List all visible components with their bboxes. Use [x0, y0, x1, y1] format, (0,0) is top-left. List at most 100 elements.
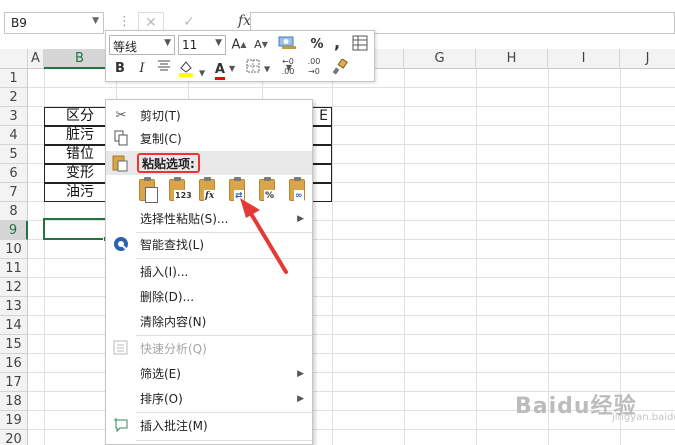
menu-item-label: 快速分析(Q) — [140, 342, 207, 356]
menu-item-insert[interactable]: 插入(I)... — [106, 260, 312, 284]
row-header[interactable]: 1 — [0, 69, 28, 88]
grid-line — [28, 87, 675, 88]
menu-item-label: 剪切(T) — [140, 109, 181, 123]
row-header[interactable]: 17 — [0, 373, 28, 392]
font-name-select[interactable]: 等线 ▼ — [109, 35, 175, 55]
paste-link-icon[interactable]: ∞ — [286, 177, 312, 206]
smart-lookup-icon — [112, 236, 130, 254]
row-header[interactable]: 12 — [0, 278, 28, 297]
menu-item-copy[interactable]: 复制(C) — [106, 127, 312, 151]
clipboard-icon — [112, 154, 128, 175]
menu-item-label: 删除(D)... — [140, 290, 195, 304]
column-header[interactable]: A — [28, 49, 44, 69]
currency-icon — [278, 36, 296, 49]
row-header[interactable]: 10 — [0, 240, 28, 259]
chevron-down-icon[interactable]: ▼ — [92, 16, 99, 26]
row-header[interactable]: 6 — [0, 164, 28, 183]
accounting-format-button[interactable]: ▼ — [274, 35, 304, 72]
menu-item-label: 选择性粘贴(S)... — [140, 212, 229, 226]
copy-icon-svg — [114, 130, 128, 146]
increase-decimal-button[interactable]: ←0 .00 — [276, 57, 300, 77]
column-header[interactable]: J — [620, 49, 675, 69]
row-header[interactable]: 19 — [0, 411, 28, 430]
paintbrush-icon — [332, 58, 348, 75]
paste-options-label: 粘贴选项: — [137, 153, 200, 173]
column-header[interactable]: G — [404, 49, 476, 69]
paste-formatting-glyph: % — [264, 190, 276, 202]
font-color-button[interactable]: A ▼ — [210, 59, 240, 80]
chevron-right-icon: ▶ — [297, 369, 304, 379]
chevron-right-icon: ▶ — [297, 214, 304, 224]
mini-toolbar: 等线 ▼ 11 ▼ A▲ A▼ ▼ % , B I ▼ A ▼ ▼ ←0 .00… — [105, 30, 375, 82]
row-header[interactable]: 15 — [0, 335, 28, 354]
fill-color-button[interactable]: ▼ — [176, 59, 206, 79]
format-painter-button[interactable] — [330, 58, 350, 79]
menu-item-quick-analysis[interactable]: 快速分析(Q) — [106, 337, 312, 361]
font-color-label: A — [214, 62, 225, 80]
grow-font-button[interactable]: A▲ — [230, 35, 248, 55]
column-header[interactable]: I — [548, 49, 620, 69]
excel-window: B9 ▼ ⋮ ✕ ✓ fx A B C D E F G H I J 1 2 3 … — [0, 0, 675, 445]
watermark-url: jingyan.baidu.com — [612, 412, 675, 423]
shrink-font-label: A — [254, 38, 262, 51]
paste-formatting-icon[interactable]: % — [256, 177, 282, 206]
paste-transpose-icon[interactable]: ⇄ — [226, 177, 252, 206]
paste-icon[interactable] — [136, 177, 162, 206]
chevron-down-icon: ▼ — [164, 38, 171, 48]
active-cell-b9[interactable] — [43, 218, 109, 242]
row-header[interactable]: 16 — [0, 354, 28, 373]
row-header-selected[interactable]: 9 — [0, 221, 28, 240]
italic-button[interactable]: I — [134, 59, 150, 79]
row-header[interactable]: 4 — [0, 126, 28, 145]
borders-button[interactable]: ▼ — [244, 59, 272, 79]
menu-item-label: 清除内容(N) — [140, 315, 207, 329]
row-header[interactable]: 7 — [0, 183, 28, 202]
table-icon — [352, 35, 368, 51]
row-header[interactable]: 20 — [0, 430, 28, 445]
font-size-select[interactable]: 11 ▼ — [178, 35, 226, 55]
percent-style-button[interactable]: % — [308, 35, 326, 55]
menu-item-label: 插入(I)... — [140, 265, 189, 279]
row-header[interactable]: 18 — [0, 392, 28, 411]
row-header[interactable]: 2 — [0, 88, 28, 107]
select-all-corner[interactable] — [0, 49, 28, 69]
paste-values-icon[interactable]: 123 — [166, 177, 193, 206]
fill-bucket-icon — [178, 61, 193, 77]
menu-item-delete[interactable]: 删除(D)... — [106, 285, 312, 309]
name-box-value: B9 — [11, 16, 27, 30]
paste-values-glyph: 123 — [174, 190, 193, 202]
paste-transpose-glyph: ⇄ — [234, 190, 244, 202]
menu-item-insert-comment[interactable]: 插入批注(M) — [106, 414, 312, 438]
row-header[interactable]: 13 — [0, 297, 28, 316]
menu-item-sort[interactable]: 排序(O) ▶ — [106, 387, 312, 411]
menu-item-clear-contents[interactable]: 清除内容(N) — [106, 310, 312, 334]
paste-formulas-icon[interactable]: fx — [196, 177, 222, 206]
column-header[interactable]: H — [476, 49, 548, 69]
font-size-value: 11 — [182, 38, 198, 52]
chevron-right-icon: ▶ — [297, 394, 304, 404]
comment-icon — [112, 417, 130, 435]
borders-icon — [246, 59, 260, 73]
row-header[interactable]: 3 — [0, 107, 28, 126]
name-box[interactable]: B9 ▼ — [4, 12, 104, 34]
align-center-button[interactable] — [154, 59, 174, 79]
menu-item-label: 插入批注(M) — [140, 419, 208, 433]
menu-item-smart-lookup[interactable]: 智能查找(L) — [106, 233, 312, 257]
row-header[interactable]: 14 — [0, 316, 28, 335]
menu-item-filter[interactable]: 筛选(E) ▶ — [106, 362, 312, 386]
menu-item-label: 排序(O) — [140, 392, 183, 406]
row-header[interactable]: 8 — [0, 202, 28, 221]
shrink-font-button[interactable]: A▼ — [252, 35, 270, 55]
row-header[interactable]: 5 — [0, 145, 28, 164]
menu-item-cut[interactable]: ✂ 剪切(T) — [106, 104, 312, 128]
menu-item-paste-special[interactable]: 选择性粘贴(S)... ▶ — [106, 207, 312, 231]
paste-options-header: 粘贴选项: — [106, 151, 312, 175]
align-center-icon — [158, 60, 170, 71]
format-painter-table-button[interactable] — [350, 35, 370, 55]
decrease-decimal-button[interactable]: .00 →0 — [302, 57, 326, 77]
row-header[interactable]: 11 — [0, 259, 28, 278]
bold-button[interactable]: B — [112, 59, 128, 79]
context-menu: ✂ 剪切(T) 复制(C) 粘贴选项: 123 fx ⇄ % ∞ 选择性粘贴(S… — [105, 99, 313, 445]
scissors-icon: ✂ — [115, 108, 127, 123]
comma-style-button[interactable]: , — [330, 33, 344, 53]
